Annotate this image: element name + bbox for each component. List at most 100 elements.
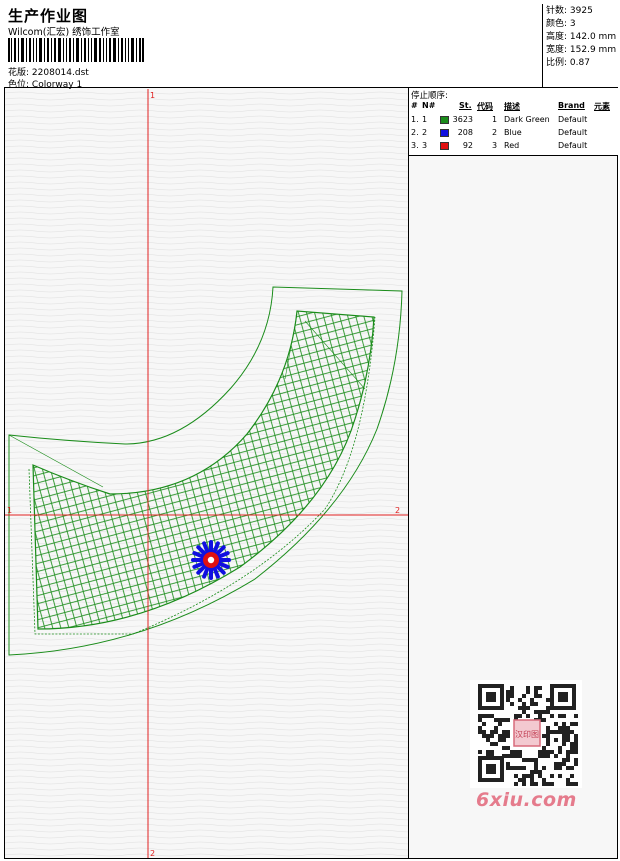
qr-cell xyxy=(530,774,534,778)
qr-cell xyxy=(554,738,558,742)
thread-color-swatch xyxy=(440,116,449,124)
qr-cell xyxy=(530,770,534,774)
stop-row: 3. 3 92 3 Red Default xyxy=(409,141,618,154)
qr-cell xyxy=(546,754,550,758)
qr-cell xyxy=(526,758,530,762)
page-title: 生产作业图 xyxy=(8,7,89,25)
axis-h-right-label: 2 xyxy=(395,506,400,515)
row-brand: Default xyxy=(558,141,588,150)
qr-cell xyxy=(510,754,514,758)
qr-cell xyxy=(538,686,542,690)
stat-scale: 比例: 0.87 xyxy=(546,58,590,68)
qr-cell xyxy=(566,754,570,758)
row-stitches: 3623 xyxy=(452,115,473,124)
qr-cell xyxy=(534,762,538,766)
col-st: St. xyxy=(459,101,472,110)
qr-cell xyxy=(522,774,526,778)
qr-cell xyxy=(570,782,574,786)
qr-cell xyxy=(570,746,574,750)
qr-cell xyxy=(566,730,570,734)
qr-cell xyxy=(502,734,506,738)
qr-cell xyxy=(538,750,542,754)
qr-cell xyxy=(566,766,570,770)
qr-cell xyxy=(566,738,570,742)
qr-cell xyxy=(502,718,506,722)
qr-cell xyxy=(574,714,578,718)
qr-cell xyxy=(550,730,554,734)
qr-cell xyxy=(510,766,514,770)
col-code: 代码 xyxy=(477,102,493,111)
qr-cell xyxy=(482,730,486,734)
qr-cell xyxy=(478,730,482,734)
row-hash: 2. xyxy=(411,128,419,137)
qr-cell xyxy=(514,774,518,778)
thread-color-swatch xyxy=(440,129,449,137)
qr-cell xyxy=(506,694,510,698)
qr-cell xyxy=(558,730,562,734)
qr-cell xyxy=(530,782,534,786)
qr-cell xyxy=(534,782,538,786)
stop-sequence-title: 停止顺序: xyxy=(411,91,448,101)
watermark-text: 6xiu.com xyxy=(476,789,577,811)
qr-cell xyxy=(546,738,550,742)
qr-cell xyxy=(566,726,570,730)
qr-cell xyxy=(514,782,518,786)
qr-cell xyxy=(558,746,562,750)
qr-cell xyxy=(498,722,502,726)
qr-cell xyxy=(574,746,578,750)
qr-cell xyxy=(566,778,570,782)
row-description: Dark Green xyxy=(504,115,550,124)
stat-height: 高度: 142.0 mm xyxy=(546,32,617,42)
qr-cell xyxy=(574,734,578,738)
qr-cell xyxy=(542,778,546,782)
qr-cell xyxy=(506,734,510,738)
qr-cell xyxy=(482,734,486,738)
qr-cell xyxy=(534,710,538,714)
qr-cell xyxy=(542,782,546,786)
stop-sequence-header: # N# St. 代码 描述 Brand 元素 xyxy=(409,101,618,112)
qr-cell xyxy=(478,750,482,754)
qr-cell xyxy=(522,766,526,770)
qr-cell xyxy=(566,734,570,738)
qr-cell xyxy=(574,762,578,766)
qr-cell xyxy=(550,714,554,718)
qr-cell xyxy=(542,734,546,738)
qr-cell xyxy=(526,686,530,690)
qr-cell xyxy=(530,778,534,782)
row-stitches: 92 xyxy=(462,141,473,150)
qr-cell xyxy=(506,766,510,770)
qr-cell xyxy=(542,718,546,722)
qr-cell xyxy=(506,762,510,766)
col-element: 元素 xyxy=(594,102,610,111)
flower-center-dot xyxy=(207,556,215,564)
qr-cell xyxy=(574,782,578,786)
qr-cell xyxy=(562,714,566,718)
qr-cell xyxy=(522,782,526,786)
qr-caption: 汉印图 xyxy=(515,730,539,739)
axis-h-left-label: 1 xyxy=(7,506,12,515)
qr-cell xyxy=(518,778,522,782)
row-description: Blue xyxy=(504,128,522,137)
qr-cell xyxy=(574,742,578,746)
col-hash: # xyxy=(411,101,418,110)
qr-cell xyxy=(538,774,542,778)
qr-cell xyxy=(482,722,486,726)
qr-cell xyxy=(510,690,514,694)
stop-row: 2. 2 208 2 Blue Default xyxy=(409,128,618,141)
qr-cell xyxy=(562,742,566,746)
row-brand: Default xyxy=(558,128,588,137)
qr-cell xyxy=(478,726,482,730)
qr-cell xyxy=(546,734,550,738)
qr-cell xyxy=(574,722,578,726)
row-code: 1 xyxy=(492,115,498,124)
flower-motif xyxy=(191,540,231,580)
row-brand: Default xyxy=(558,115,588,124)
qr-cell xyxy=(558,762,562,766)
qr-cell xyxy=(566,758,570,762)
qr-cell xyxy=(502,738,506,742)
qr-cell xyxy=(562,734,566,738)
qr-cell xyxy=(522,710,526,714)
qr-cell xyxy=(498,738,502,742)
qr-cell xyxy=(506,730,510,734)
qr-cell xyxy=(534,766,538,770)
